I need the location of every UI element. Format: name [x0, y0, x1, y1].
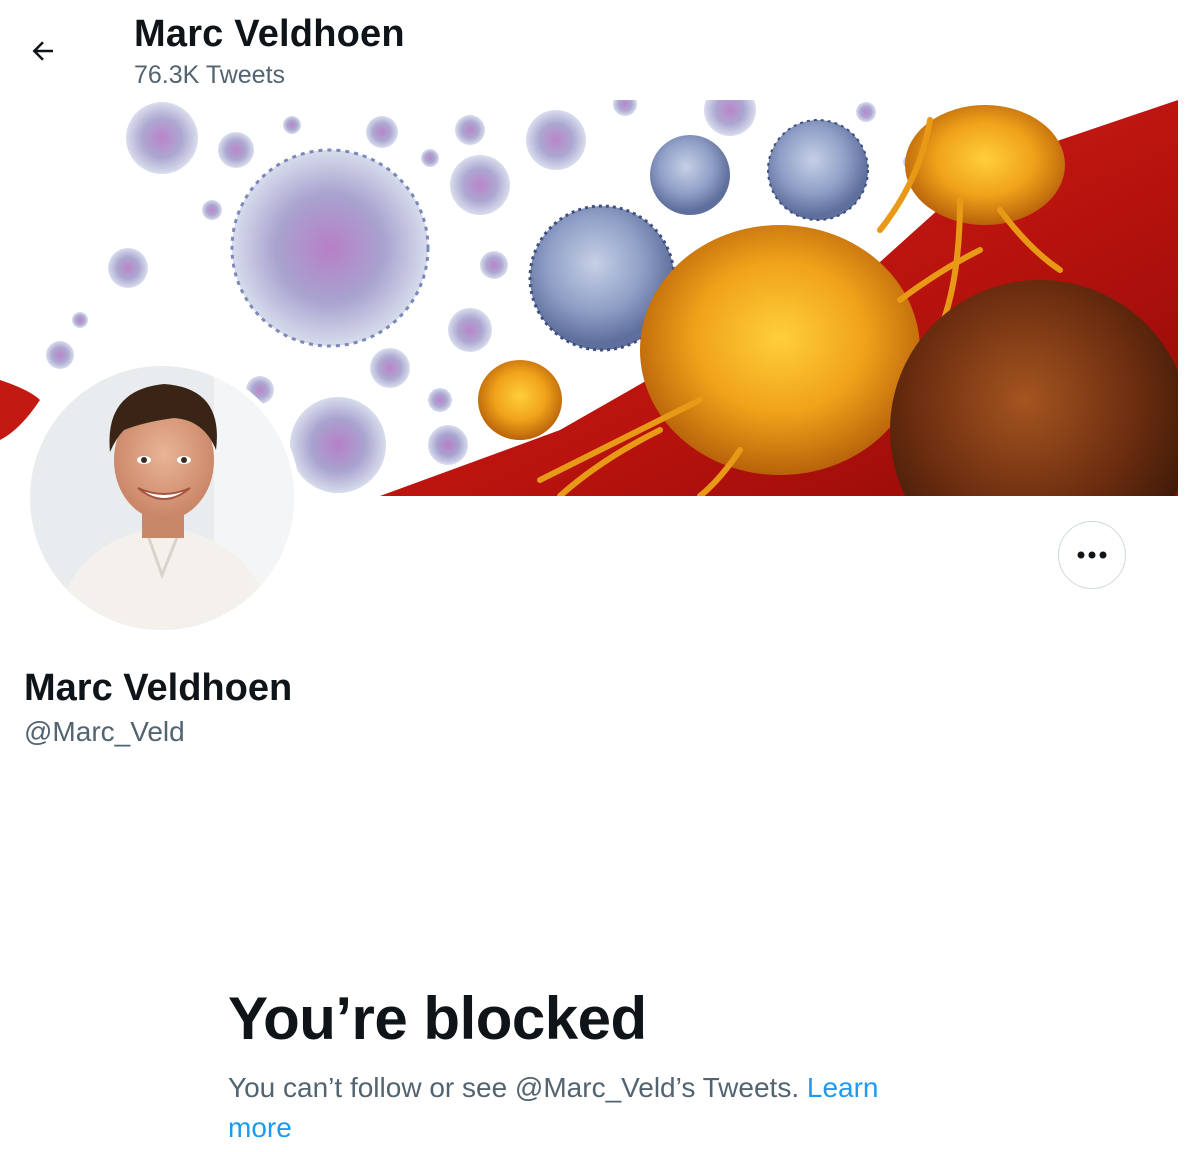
blocked-message-block: You can’t follow or see @Marc_Veld’s Twe… [228, 1068, 928, 1148]
profile-header-bar: Marc Veldhoen 76.3K Tweets [0, 0, 1200, 100]
profile-handle: @Marc_Veld [24, 716, 185, 747]
header-title: Marc Veldhoen [134, 13, 405, 55]
more-options-button[interactable] [1058, 521, 1126, 589]
back-button[interactable] [20, 28, 66, 74]
avatar-photo [24, 360, 300, 636]
blocked-title: You’re blocked [228, 985, 647, 1052]
tweet-count: 76.3K Tweets [134, 61, 286, 89]
profile-avatar[interactable] [24, 360, 300, 636]
blocked-message: You can’t follow or see @Marc_Veld’s Twe… [228, 1072, 800, 1103]
profile-name: Marc Veldhoen [24, 667, 293, 709]
arrow-left-icon [32, 41, 53, 61]
more-horizontal-icon [1077, 551, 1107, 559]
